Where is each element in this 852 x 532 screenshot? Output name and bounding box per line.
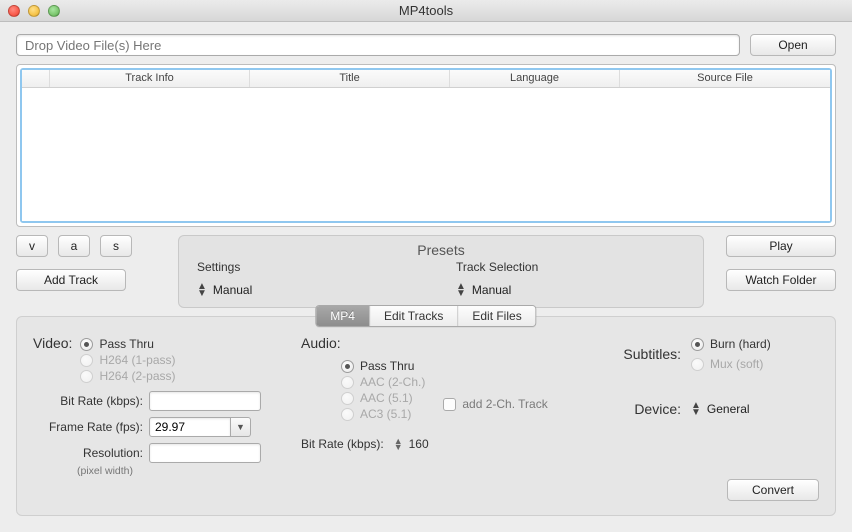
col-track-info[interactable]: Track Info [50, 70, 250, 87]
radio-icon [341, 392, 354, 405]
audio-aac51-radio[interactable]: AAC (5.1) [341, 391, 425, 405]
settings-value: Manual [213, 283, 252, 297]
radio-icon [691, 358, 704, 371]
tracks-empty [22, 88, 830, 221]
audio-passthru-radio[interactable]: Pass Thru [341, 359, 425, 373]
video-h264-2pass-radio[interactable]: H264 (2-pass) [80, 369, 175, 383]
chevron-down-icon[interactable]: ▼ [231, 417, 251, 437]
resolution-hint: (pixel width) [77, 465, 293, 477]
radio-icon [341, 360, 354, 373]
radio-icon [80, 370, 93, 383]
audio-bitrate-label: Bit Rate (kbps): [301, 437, 384, 451]
tracks-panel: Track Info Title Language Source File [16, 64, 836, 227]
window-title: MP4tools [0, 3, 852, 18]
presets-title: Presets [197, 242, 685, 258]
radio-icon [80, 338, 93, 351]
radio-icon [341, 376, 354, 389]
subtitles-label: Subtitles: [609, 346, 681, 362]
updown-icon: ▲▼ [197, 283, 207, 297]
trackselection-label: Track Selection [456, 260, 685, 274]
tracks-list[interactable]: Track Info Title Language Source File [20, 68, 832, 223]
video-resolution-input[interactable] [149, 443, 261, 463]
close-icon[interactable] [8, 5, 20, 17]
audio-bitrate-stepper[interactable]: ▲▼ 160 [394, 437, 429, 451]
presets-panel: Presets Settings ▲▼ Manual Track Selecti… [178, 235, 704, 308]
radio-icon [341, 408, 354, 421]
video-resolution-label: Resolution: [33, 446, 143, 460]
device-label: Device: [609, 401, 681, 417]
tab-edit-tracks[interactable]: Edit Tracks [370, 306, 458, 326]
audio-bitrate-value: 160 [409, 437, 429, 451]
audio-label: Audio: [301, 335, 601, 351]
window-body: Open Track Info Title Language Source Fi… [0, 22, 852, 532]
subtitles-burn-radio[interactable]: Burn (hard) [691, 337, 771, 351]
trackselection-popup[interactable]: ▲▼ Manual [456, 283, 511, 297]
top-row: Open [16, 34, 836, 56]
settings-label: Settings [197, 260, 426, 274]
s-button[interactable]: s [100, 235, 132, 257]
radio-icon [80, 354, 93, 367]
v-button[interactable]: v [16, 235, 48, 257]
main-tabs: MP4 Edit Tracks Edit Files [315, 305, 536, 327]
titlebar: MP4tools [0, 0, 852, 22]
video-framerate-input[interactable] [149, 417, 231, 437]
watch-folder-button[interactable]: Watch Folder [726, 269, 836, 291]
settings-panel: MP4 Edit Tracks Edit Files Video: Pass T… [16, 316, 836, 516]
play-button[interactable]: Play [726, 235, 836, 257]
device-value: General [707, 402, 750, 416]
updown-icon: ▲▼ [691, 402, 701, 416]
video-framerate-label: Frame Rate (fps): [33, 420, 143, 434]
video-bitrate-label: Bit Rate (kbps): [33, 394, 143, 408]
video-h264-1pass-radio[interactable]: H264 (1-pass) [80, 353, 175, 367]
col-title[interactable]: Title [250, 70, 450, 87]
minimize-icon[interactable] [28, 5, 40, 17]
trackselection-value: Manual [472, 283, 511, 297]
checkbox-icon [443, 398, 456, 411]
video-passthru-radio[interactable]: Pass Thru [80, 337, 175, 351]
a-button[interactable]: a [58, 235, 90, 257]
audio-aac2-radio[interactable]: AAC (2-Ch.) [341, 375, 425, 389]
zoom-icon[interactable] [48, 5, 60, 17]
video-label: Video: [33, 335, 72, 351]
col-language[interactable]: Language [450, 70, 620, 87]
audio-ac351-radio[interactable]: AC3 (5.1) [341, 407, 425, 421]
updown-icon: ▲▼ [394, 438, 403, 450]
subtitles-mux-radio[interactable]: Mux (soft) [691, 357, 771, 371]
device-popup[interactable]: ▲▼ General [691, 402, 750, 416]
updown-icon: ▲▼ [456, 283, 466, 297]
convert-button[interactable]: Convert [727, 479, 819, 501]
drop-files-input[interactable] [16, 34, 740, 56]
col-check[interactable] [22, 70, 50, 87]
add-2ch-checkbox[interactable]: add 2-Ch. Track [443, 397, 547, 411]
tab-edit-files[interactable]: Edit Files [458, 306, 535, 326]
add-track-button[interactable]: Add Track [16, 269, 126, 291]
settings-popup[interactable]: ▲▼ Manual [197, 283, 252, 297]
open-button[interactable]: Open [750, 34, 836, 56]
radio-icon [691, 338, 704, 351]
tracks-header: Track Info Title Language Source File [22, 70, 830, 88]
vas-buttons: v a s [16, 235, 166, 257]
video-bitrate-input[interactable] [149, 391, 261, 411]
tab-mp4[interactable]: MP4 [316, 306, 370, 326]
col-source-file[interactable]: Source File [620, 70, 830, 87]
middle-row: v a s Add Track Presets Settings ▲▼ Manu… [16, 235, 836, 308]
window-controls [8, 5, 60, 17]
